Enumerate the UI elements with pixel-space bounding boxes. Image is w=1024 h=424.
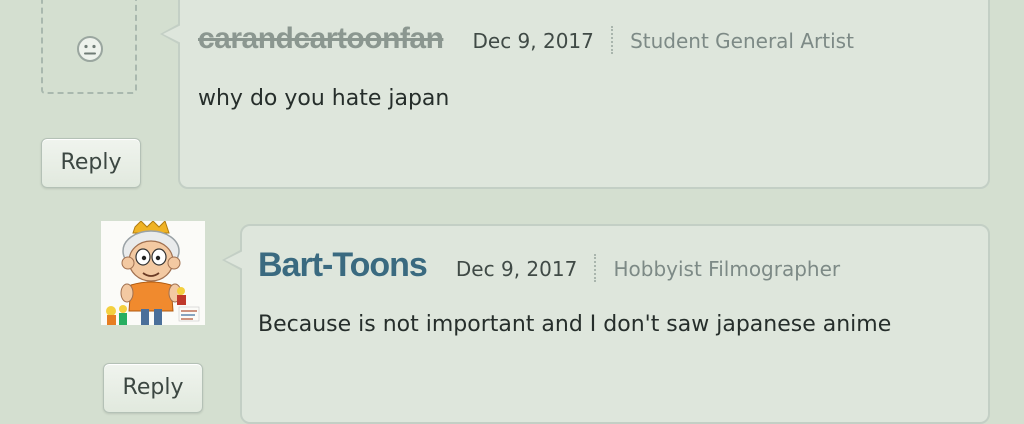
comment-author-deleted: carandcartoonfan [198,22,444,55]
divider [610,26,613,54]
comment-header: Bart-Toons Dec 9, 2017 Hobbyist Filmogra… [258,246,840,285]
comment-text: why do you hate japan [198,86,450,111]
reply-button[interactable]: Reply [103,363,203,413]
deleted-user-avatar [41,0,137,94]
divider [594,254,597,282]
comment-date: Dec 9, 2017 [455,257,578,281]
comment-header: carandcartoonfan Dec 9, 2017 Student Gen… [198,22,854,56]
comment-bubble: carandcartoonfan Dec 9, 2017 Student Gen… [160,0,990,189]
user-title: Hobbyist Filmographer [613,257,841,281]
user-title: Student General Artist [630,29,854,53]
neutral-face-icon [77,36,103,62]
user-avatar[interactable] [101,221,205,325]
comment-bubble: Bart-Toons Dec 9, 2017 Hobbyist Filmogra… [222,224,990,424]
comment-author-link[interactable]: Bart-Toons [258,246,428,284]
comment-date: Dec 9, 2017 [472,29,594,53]
comment-text: Because is not important and I don't saw… [258,312,892,337]
cartoon-character-avatar [101,221,205,325]
reply-button[interactable]: Reply [41,138,141,188]
